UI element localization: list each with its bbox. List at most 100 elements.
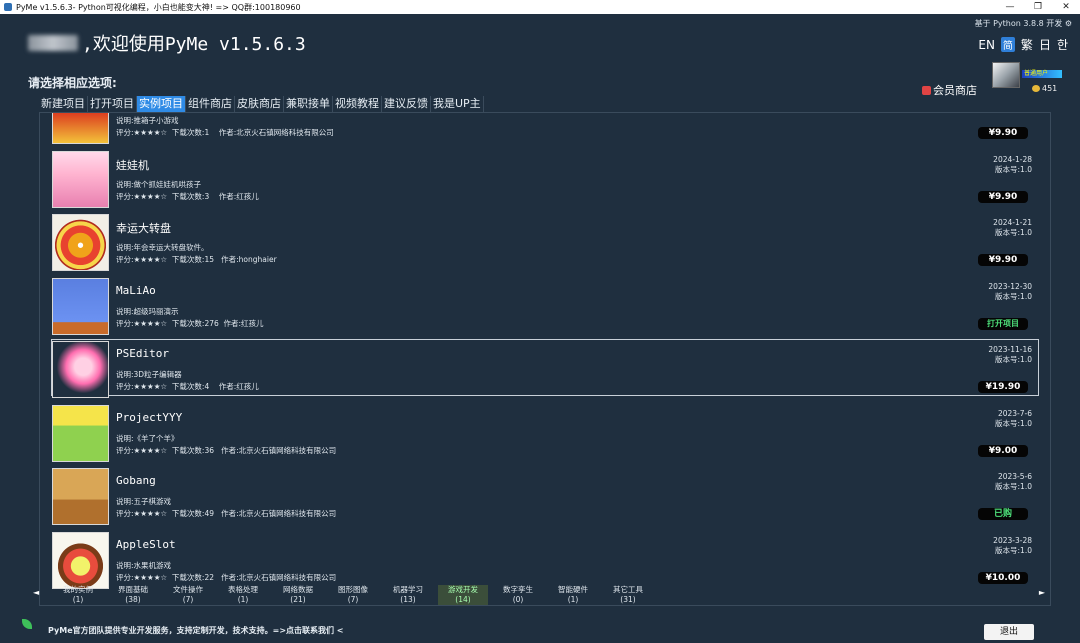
price-button[interactable]: 已购 (978, 508, 1028, 520)
username-blurred (28, 35, 78, 51)
category-label: 智能硬件 (558, 585, 588, 594)
tab-item[interactable]: 皮肤商店 (235, 96, 284, 112)
vip-shop-label: 会员商店 (933, 84, 977, 97)
project-name: AppleSlot (116, 537, 176, 551)
category-count: (0) (512, 595, 524, 604)
project-version: 版本号:1.0 (995, 355, 1032, 364)
project-name: 幸运大转盘 (116, 222, 171, 235)
project-list-item[interactable]: AppleSlot 说明:水果机游戏 评分:★★★★☆ 下载次数:22 作者:北京火… (40, 530, 1050, 594)
project-meta: 评分:★★★★☆ 下载次数:3 作者:红孩儿 (116, 191, 259, 201)
price-button[interactable]: ¥10.00 (978, 571, 1028, 584)
category-label: 表格处理 (228, 585, 258, 594)
project-list-item[interactable]: PSEditor 说明:3D粒子编辑器 评分:★★★★☆ 下载次数:4 作者:红孩儿… (40, 339, 1050, 403)
category-item[interactable]: 数字孪生 (0) (493, 585, 543, 605)
category-item[interactable]: 我的实例 (1) (53, 585, 103, 605)
leaf-icon (22, 619, 32, 629)
category-label: 网络数据 (283, 585, 313, 594)
vip-shop-button[interactable]: 会员商店 (922, 82, 977, 98)
category-item[interactable]: 文件操作 (7) (163, 585, 213, 605)
tab-item[interactable]: 我是UP主 (431, 96, 484, 112)
price-button[interactable]: ¥9.90 (978, 127, 1028, 139)
close-button[interactable]: ✕ (1052, 0, 1080, 14)
project-version: 版本号:1.0 (995, 164, 1032, 174)
project-version: 版本号:1.0 (995, 545, 1032, 555)
project-date: 2023-5-6 (997, 472, 1032, 481)
restore-button[interactable]: ❐ (1024, 0, 1052, 14)
tab-item[interactable]: 打开项目 (88, 96, 137, 112)
category-item[interactable]: 表格处理 (1) (218, 585, 268, 605)
project-name: MaLiAo (116, 283, 156, 297)
category-label: 界面基础 (118, 585, 148, 594)
next-page-arrow[interactable]: ► (1039, 588, 1045, 597)
prev-page-arrow[interactable]: ◄ (33, 588, 39, 597)
tab-item[interactable]: 新建项目 (39, 96, 88, 112)
language-option[interactable]: 繁 (1021, 36, 1033, 53)
project-date: 2024-1-21 (993, 218, 1032, 227)
project-date-version: 2023-3-28 版本号:1.0 (993, 536, 1032, 556)
project-version: 版本号:1.0 (995, 482, 1032, 491)
project-description: 说明:推箱子小游戏 (116, 116, 179, 125)
category-item[interactable]: 游戏开发 (14) (438, 585, 488, 605)
project-list-item[interactable]: 说明:推箱子小游戏 评分:★★★★☆ 下载次数:1 作者:北京火石镇网络科技有限公… (40, 113, 1050, 149)
avatar[interactable] (992, 62, 1020, 88)
window-titlebar: PyMe v1.5.6.3- Python可视化编程，小白也能变大神! => Q… (0, 0, 1080, 14)
project-meta: 评分:★★★★☆ 下载次数:36 作者:北京火石镇网络科技有限公司 (116, 445, 337, 455)
price-button[interactable]: ¥9.00 (978, 444, 1028, 457)
project-version: 版本号:1.0 (995, 418, 1032, 428)
tab-item[interactable]: 组件商店 (186, 96, 235, 112)
project-name: ProjectYYY (116, 410, 183, 424)
category-bar: ◄ ► 我的实例 (1) 界面基础 (38) 文件操作 (7) 表格处理 (1) 网络数据 (21… (33, 585, 1051, 607)
language-option[interactable]: EN (978, 38, 995, 52)
coin-balance: 451 (1032, 84, 1057, 93)
language-option[interactable]: 日 (1039, 36, 1051, 53)
project-description: 说明:《羊了个羊》 (116, 433, 179, 443)
project-list: 说明:推箱子小游戏 评分:★★★★☆ 下载次数:1 作者:北京火石镇网络科技有限公… (40, 113, 1050, 594)
project-description: 说明:水果机游戏 (116, 560, 172, 570)
coin-count: 451 (1042, 84, 1058, 93)
category-item[interactable]: 机器学习 (13) (383, 585, 433, 605)
project-date: 2023-12-30 (988, 281, 1032, 291)
contact-us-link[interactable]: PyMe官方团队提供专业开发服务，支持定制开发，技术支持。=>点击联系我们 < (48, 625, 344, 636)
category-item[interactable]: 界面基础 (38) (108, 585, 158, 605)
price-button[interactable]: ¥9.90 (978, 190, 1028, 203)
category-count: (7) (347, 595, 359, 604)
category-item[interactable]: 智能硬件 (1) (548, 585, 598, 605)
project-date-version: 2024-1-28 版本号:1.0 (993, 155, 1032, 175)
project-description: 说明:五子棋游戏 (116, 497, 172, 506)
project-list-item[interactable]: 幸运大转盘说明:年会幸运大转盘软件。评分:★★★★☆ 下载次数:15 作者:ho… (40, 212, 1050, 276)
project-list-item[interactable]: Gobang 说明:五子棋游戏 评分:★★★★☆ 下载次数:49 作者:北京火石镇网… (40, 466, 1050, 530)
category-label: 机器学习 (393, 585, 423, 594)
project-list-item[interactable]: ProjectYYY 说明:《羊了个羊》评分:★★★★☆ 下载次数:36 作者:北… (40, 403, 1050, 467)
window-title: PyMe v1.5.6.3- Python可视化编程，小白也能变大神! => Q… (16, 2, 301, 12)
project-list-item[interactable]: MaLiAo 说明:超级玛丽演示 评分:★★★★☆ 下载次数:276 作者:红孩儿 2… (40, 276, 1050, 340)
project-description: 说明:3D粒子编辑器 (116, 370, 182, 379)
project-date-version: 2023-12-30 版本号:1.0 (988, 282, 1032, 302)
tab-item[interactable]: 兼职接单 (284, 96, 333, 112)
price-button[interactable]: ¥9.90 (978, 254, 1028, 266)
price-button[interactable]: 打开项目 (978, 317, 1028, 330)
project-thumbnail (52, 531, 109, 589)
project-date-version: 2024-1-21 版本号:1.0 (993, 218, 1032, 238)
project-meta: 评分:★★★★☆ 下载次数:15 作者:honghaier (116, 255, 277, 264)
project-name: PSEditor (116, 347, 169, 360)
language-option[interactable]: 简 (1000, 37, 1015, 52)
tab-item[interactable]: 视频教程 (333, 96, 382, 112)
tab-item[interactable]: 实例项目 (137, 96, 186, 112)
price-button[interactable]: ¥19.90 (978, 381, 1028, 393)
category-label: 其它工具 (613, 585, 643, 594)
python-version-info[interactable]: 基于 Python 3.8.8 开发 ⚙ (975, 18, 1072, 29)
main-tabs: 新建项目 打开项目 实例项目 组件商店 皮肤商店 兼职接单 视频教程 建议反馈 我是UP主 (39, 96, 484, 112)
project-list-item[interactable]: 娃娃机 说明:做个抓娃娃机哄孩子 评分:★★★★☆ 下载次数:3 作者:红孩儿 202… (40, 149, 1050, 213)
project-list-panel[interactable]: 说明:推箱子小游戏 评分:★★★★☆ 下载次数:1 作者:北京火石镇网络科技有限公… (39, 112, 1051, 606)
project-description: 说明:年会幸运大转盘软件。 (116, 243, 209, 252)
tab-item[interactable]: 建议反馈 (382, 96, 431, 112)
category-item[interactable]: 网络数据 (21) (273, 585, 323, 605)
category-item[interactable]: 其它工具 (31) (603, 585, 653, 605)
category-label: 图形图像 (338, 585, 368, 594)
project-thumbnail (52, 150, 109, 208)
category-item[interactable]: 图形图像 (7) (328, 585, 378, 605)
language-option[interactable]: 한 (1057, 36, 1068, 53)
project-meta: 评分:★★★★☆ 下载次数:49 作者:北京火石镇网络科技有限公司 (116, 509, 337, 518)
minimize-button[interactable]: — (996, 0, 1024, 14)
exit-button[interactable]: 退出 (984, 624, 1034, 640)
